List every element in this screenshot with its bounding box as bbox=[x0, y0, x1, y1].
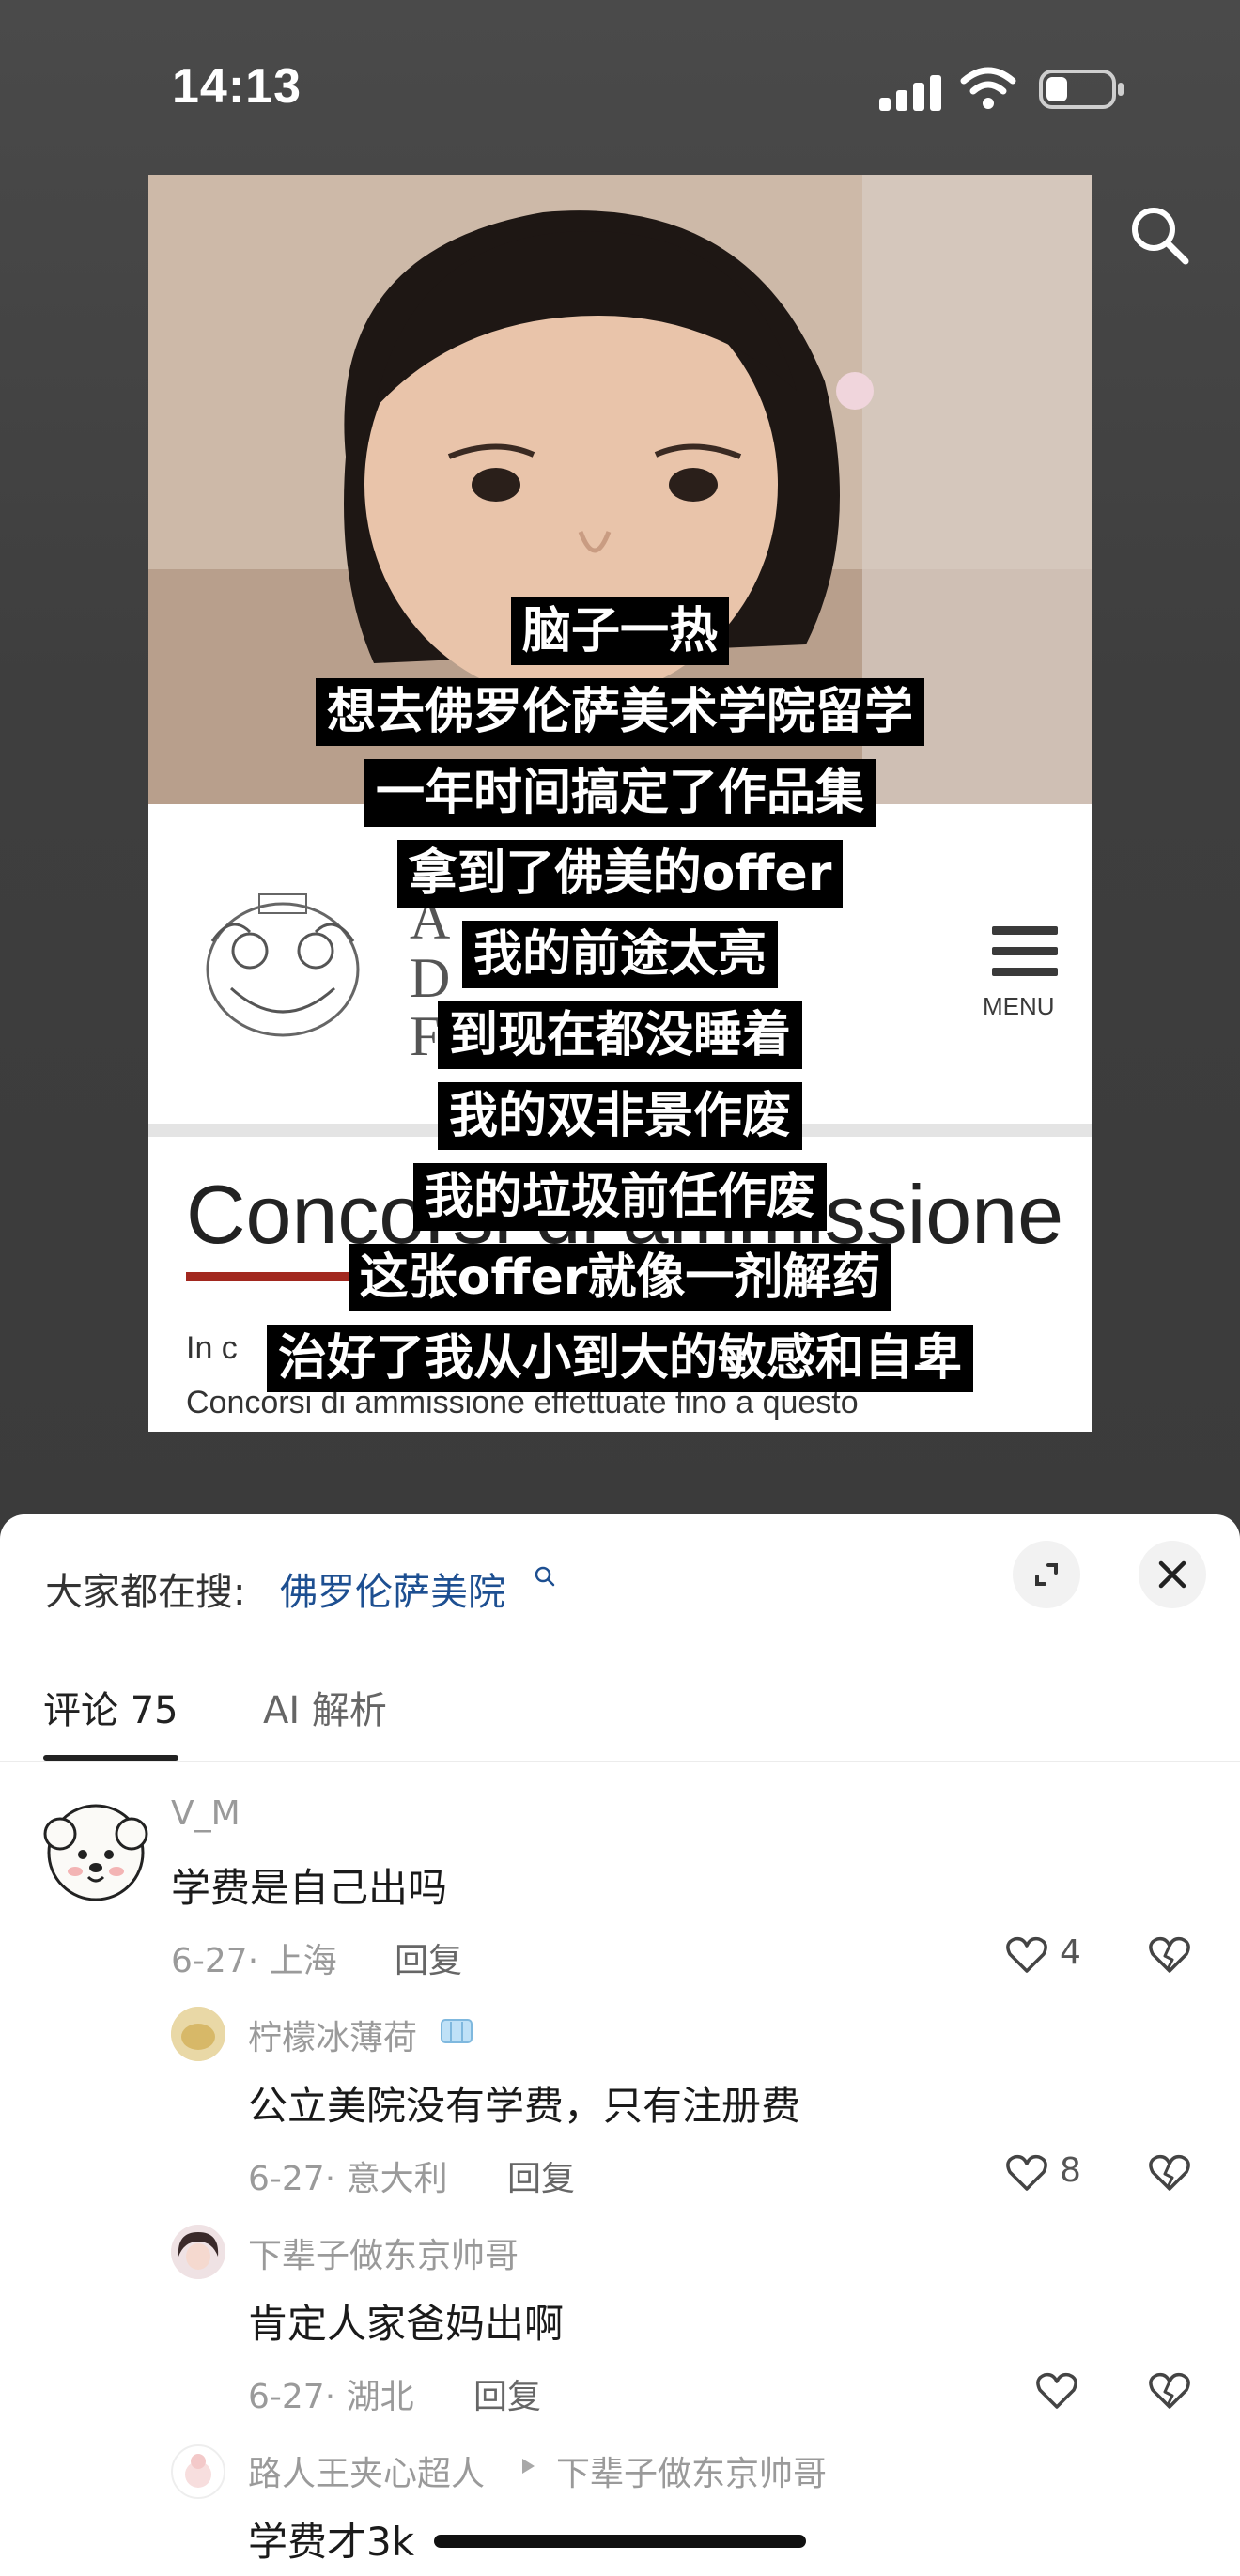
cellular-signal-icon bbox=[879, 73, 943, 111]
wifi-icon bbox=[960, 67, 1016, 109]
reply-text: 学费才3k bbox=[248, 2519, 415, 2565]
caption-line: 这张offer就像一剂解药 bbox=[348, 1244, 892, 1311]
caption-line: 想去佛罗伦萨美术学院留学 bbox=[315, 678, 924, 746]
user-avatar-icon bbox=[171, 2225, 225, 2279]
caption-line: 治好了我从小到大的敏感和自卑 bbox=[266, 1325, 973, 1392]
home-indicator[interactable] bbox=[434, 2535, 806, 2548]
status-bar: 14:13 bbox=[0, 0, 1240, 178]
avatar[interactable] bbox=[171, 2007, 225, 2061]
battery-icon bbox=[1039, 70, 1124, 109]
reply-text: 肯定人家爸妈出啊 bbox=[248, 2301, 565, 2347]
reply-username[interactable]: 柠檬冰薄荷 bbox=[248, 2010, 417, 2059]
comment-meta: 6-27· 上海 bbox=[171, 1942, 337, 1980]
poodle-avatar-icon bbox=[43, 1804, 148, 1901]
avatar[interactable] bbox=[171, 2444, 225, 2499]
like-count: 8 bbox=[1060, 2151, 1081, 2190]
broken-heart-icon[interactable] bbox=[1148, 2153, 1191, 2193]
reply-username[interactable]: 路人王夹心超人 bbox=[248, 2446, 485, 2495]
caption-line: 我的前途太亮 bbox=[461, 921, 778, 988]
comments-sheet: 大家都在搜: 佛罗伦萨美院 评论 75 AI 解析 V_M 学费是自己出吗 6-… bbox=[0, 1514, 1240, 2576]
avatar[interactable] bbox=[32, 1796, 160, 1907]
reply-to-username[interactable]: 下辈子做东京帅哥 bbox=[556, 2446, 827, 2495]
heart-icon[interactable] bbox=[1035, 2371, 1078, 2411]
heart-icon[interactable] bbox=[1005, 1935, 1048, 1975]
caption-line: 我的垃圾前任作废 bbox=[412, 1163, 827, 1231]
comment-text: 学费是自己出吗 bbox=[171, 1865, 448, 1911]
reply-button[interactable]: 回复 bbox=[507, 2151, 575, 2200]
trending-search-label: 大家都在搜: bbox=[45, 1571, 246, 1614]
tab-ai-analysis[interactable]: AI 解析 bbox=[263, 1680, 387, 1734]
expand-button[interactable] bbox=[1013, 1541, 1080, 1608]
caption-line: 到现在都没睡着 bbox=[437, 1001, 802, 1069]
expand-icon bbox=[1035, 1563, 1058, 1586]
search-icon bbox=[535, 1566, 555, 1587]
close-button[interactable] bbox=[1139, 1541, 1206, 1608]
tab-divider bbox=[0, 1761, 1240, 1762]
reply-meta: 6-27· 意大利 bbox=[248, 2160, 448, 2198]
search-icon[interactable] bbox=[1127, 203, 1193, 269]
caption-line: 一年时间搞定了作品集 bbox=[364, 759, 876, 827]
trending-search-link[interactable]: 佛罗伦萨美院 bbox=[280, 1561, 505, 1616]
caption-line: 脑子一热 bbox=[510, 597, 729, 665]
tab-comments[interactable]: 评论 75 bbox=[43, 1680, 178, 1734]
status-time: 14:13 bbox=[172, 59, 302, 114]
broken-heart-icon[interactable] bbox=[1148, 1935, 1191, 1975]
broken-heart-icon[interactable] bbox=[1148, 2371, 1191, 2411]
heart-icon[interactable] bbox=[1005, 2153, 1048, 2193]
reply-text: 公立美院没有学费，只有注册费 bbox=[248, 2083, 801, 2129]
user-avatar-icon bbox=[171, 2007, 225, 2061]
like-count: 4 bbox=[1060, 1933, 1081, 1972]
reply-to-arrow-icon bbox=[522, 2459, 535, 2474]
caption-line: 我的双非景作废 bbox=[437, 1082, 802, 1150]
user-avatar-icon bbox=[185, 2454, 211, 2488]
reply-username[interactable]: 下辈子做东京帅哥 bbox=[248, 2228, 519, 2277]
ice-cube-icon bbox=[441, 2019, 473, 2043]
video-captions: 脑子一热 想去佛罗伦萨美术学院留学 一年时间搞定了作品集 拿到了佛美的offer… bbox=[0, 597, 1240, 1405]
caption-line: 拿到了佛美的offer bbox=[396, 840, 844, 908]
comment-username[interactable]: V_M bbox=[171, 1794, 240, 1833]
reply-button[interactable]: 回复 bbox=[395, 1933, 462, 1982]
reply-meta: 6-27· 湖北 bbox=[248, 2378, 414, 2416]
close-icon bbox=[1158, 1560, 1186, 1589]
avatar[interactable] bbox=[171, 2225, 225, 2279]
reply-button[interactable]: 回复 bbox=[473, 2369, 541, 2418]
